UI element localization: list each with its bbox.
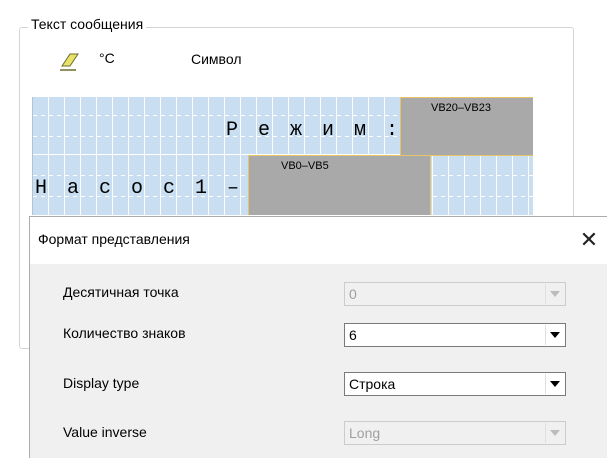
variable-field-label: VB20–VB23	[431, 102, 491, 114]
message-editor-window: Текст сообщения °C Символ Р е ж и м : VB…	[0, 0, 607, 349]
variable-field-vb0[interactable]: VB0–VB5	[248, 155, 431, 215]
groupbox-title: Текст сообщения	[28, 16, 147, 32]
lcd-char: Р	[225, 119, 238, 142]
decimal-point-value: 0	[349, 286, 357, 302]
decimal-point-label: Десятичная точка	[63, 284, 179, 300]
eraser-icon[interactable]	[58, 50, 80, 72]
value-inverse-label: Value inverse	[63, 424, 147, 440]
lcd-char: ж	[289, 119, 302, 142]
lcd-char: –	[226, 177, 239, 200]
digit-count-value: 6	[349, 327, 357, 343]
value-inverse-select[interactable]: Long	[344, 421, 566, 445]
symbol-button[interactable]: Символ	[191, 51, 241, 67]
value-inverse-value: Long	[349, 425, 381, 441]
lcd-char: о	[130, 177, 143, 200]
dialog-titlebar[interactable]: Формат представления ✕	[30, 217, 607, 264]
dialog-title: Формат представления	[38, 231, 190, 247]
lcd-char: а	[66, 177, 79, 200]
digit-count-select[interactable]: 6	[344, 323, 566, 347]
variable-field-label: VB0–VB5	[281, 160, 329, 172]
display-type-label: Display type	[63, 375, 140, 391]
close-icon[interactable]: ✕	[575, 226, 603, 254]
dropdown-arrow-icon[interactable]	[545, 423, 564, 443]
lcd-preview[interactable]: Р е ж и м : VB20–VB23 Н а с о с 1 – VB0–…	[32, 97, 533, 215]
dropdown-arrow-icon[interactable]	[545, 374, 564, 394]
dropdown-arrow-icon[interactable]	[545, 284, 564, 304]
lcd-char: и	[321, 119, 334, 142]
lcd-char: м	[353, 119, 366, 142]
variable-field-vb20[interactable]: VB20–VB23	[400, 97, 533, 156]
decimal-point-select[interactable]: 0	[344, 282, 566, 306]
lcd-char: 1	[194, 177, 207, 200]
lcd-char: с	[162, 177, 175, 200]
dropdown-arrow-icon[interactable]	[545, 325, 564, 345]
lcd-char: е	[257, 119, 270, 142]
degree-celsius-button[interactable]: °C	[99, 50, 115, 66]
lcd-char: Н	[34, 177, 47, 200]
digit-count-label: Количество знаков	[63, 325, 186, 341]
display-type-select[interactable]: Строка	[344, 372, 566, 396]
lcd-char: с	[98, 177, 111, 200]
lcd-char: :	[385, 119, 398, 142]
format-dialog: Формат представления ✕ Десятичная точка …	[29, 216, 607, 458]
display-type-value: Строка	[349, 376, 396, 392]
